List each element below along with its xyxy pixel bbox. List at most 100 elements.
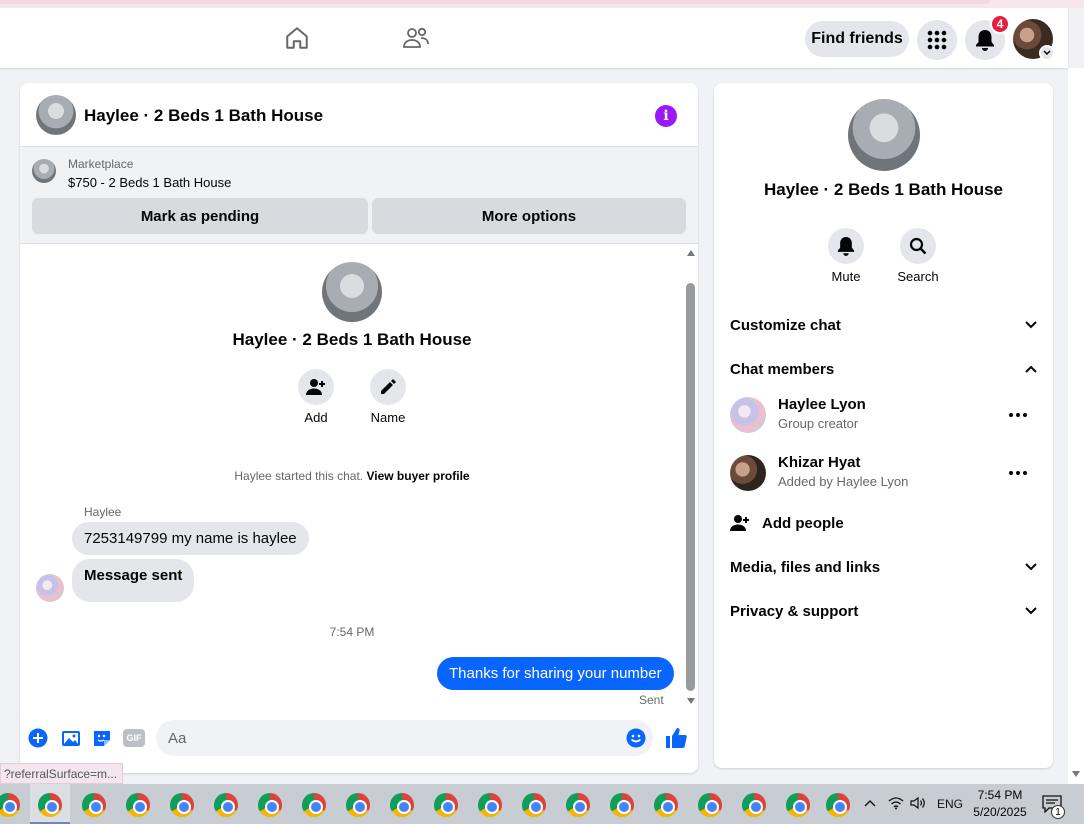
outgoing-message[interactable]: Thanks for sharing your number (437, 657, 674, 690)
member-name[interactable]: Khizar Hyat (778, 454, 861, 471)
wifi-icon[interactable] (888, 796, 904, 810)
find-friends-button[interactable]: Find friends (805, 21, 909, 57)
chrome-icon[interactable] (566, 793, 590, 817)
scroll-down-icon[interactable] (686, 697, 696, 705)
edit-name-button[interactable] (370, 369, 406, 405)
clock-time[interactable]: 7:54 PM (970, 788, 1030, 802)
bell-icon (837, 237, 855, 256)
home-icon[interactable] (283, 24, 311, 52)
chrome-icon[interactable] (826, 793, 850, 817)
customize-chat-row[interactable]: Customize chat (730, 313, 1037, 337)
mute-button[interactable] (828, 228, 864, 264)
chat-avatar[interactable] (36, 95, 76, 135)
clock-date[interactable]: 5/20/2025 (968, 805, 1032, 819)
chrome-icon[interactable] (610, 793, 634, 817)
speaker-icon[interactable] (910, 796, 926, 810)
marketplace-label: Marketplace (68, 157, 134, 171)
menu-grid-button[interactable] (917, 20, 957, 60)
chrome-icon[interactable] (786, 793, 810, 817)
search-button[interactable] (900, 228, 936, 264)
pencil-icon (381, 379, 396, 394)
listing-thumbnail[interactable] (32, 159, 56, 183)
chrome-icon[interactable] (126, 793, 150, 817)
gif-label: GIF (123, 729, 145, 747)
status-url-tooltip: ?referralSurface=m... (0, 763, 123, 784)
conversation-name: Haylee · 2 Beds 1 Bath House (232, 330, 472, 349)
mark-as-pending-button[interactable]: Mark as pending (32, 198, 368, 234)
search-label: Search (897, 269, 939, 284)
conversation-avatar (322, 262, 382, 322)
details-avatar[interactable] (848, 99, 920, 171)
chrome-icon[interactable] (522, 793, 546, 817)
add-person-icon (306, 379, 325, 395)
message-input[interactable] (156, 720, 653, 756)
chevron-down-icon[interactable] (1039, 45, 1055, 61)
chevron-down-icon (1025, 607, 1037, 615)
sent-status: Sent (639, 693, 664, 707)
chrome-icon[interactable] (390, 793, 414, 817)
chrome-icon[interactable] (302, 793, 326, 817)
customize-chat-label: Customize chat (730, 316, 841, 334)
chat-details-panel: Haylee · 2 Beds 1 Bath House Mute Search… (714, 83, 1053, 768)
chrome-icon[interactable] (742, 793, 766, 817)
scroll-down-icon[interactable] (1071, 770, 1081, 778)
chat-members-row[interactable]: Chat members (730, 357, 1037, 381)
listing-title[interactable]: $750 - 2 Beds 1 Bath House (68, 175, 231, 190)
more-options-icon[interactable] (1006, 403, 1030, 427)
member-name[interactable]: Haylee Lyon (778, 396, 866, 413)
photo-icon[interactable] (60, 727, 82, 749)
info-icon[interactable]: i (655, 105, 677, 127)
message-timestamp: 7:54 PM (329, 625, 375, 639)
member-avatar[interactable] (730, 397, 766, 433)
sticker-icon[interactable] (91, 727, 113, 749)
gif-icon[interactable]: GIF (122, 727, 146, 749)
mute-label: Mute (831, 269, 861, 284)
member-row[interactable]: Haylee Lyon Group creator (730, 395, 1037, 439)
page-scrollbar[interactable] (1068, 68, 1084, 784)
member-avatar[interactable] (730, 455, 766, 491)
more-options-icon[interactable] (1006, 461, 1030, 485)
chrome-icon[interactable] (698, 793, 722, 817)
name-label: Name (370, 410, 406, 425)
chrome-icon[interactable] (434, 793, 458, 817)
top-nav-bar: Find friends 4 (0, 8, 1068, 68)
chrome-icon[interactable] (82, 793, 106, 817)
add-people-row[interactable]: Add people (730, 511, 1037, 535)
thumbs-up-icon[interactable] (665, 727, 687, 749)
chevron-up-icon (1025, 365, 1037, 373)
chat-title[interactable]: Haylee · 2 Beds 1 Bath House (84, 106, 323, 126)
emoji-icon[interactable] (625, 727, 647, 749)
incoming-message[interactable]: 7253149799 my name is haylee (72, 522, 309, 555)
media-label: Media, files and links (730, 558, 881, 576)
sender-name: Haylee (84, 505, 122, 519)
member-role: Added by Haylee Lyon (778, 474, 909, 489)
view-buyer-profile-link[interactable]: View buyer profile (366, 469, 469, 483)
chat-scrollbar[interactable] (684, 247, 698, 707)
plus-circle-icon[interactable] (27, 727, 49, 749)
chrome-icon[interactable] (38, 793, 62, 817)
more-options-button[interactable]: More options (372, 198, 686, 234)
add-person-button[interactable] (298, 369, 334, 405)
incoming-message[interactable]: Message sent (72, 559, 195, 602)
chrome-icon[interactable] (0, 793, 20, 817)
chrome-icon[interactable] (654, 793, 678, 817)
friends-icon[interactable] (402, 24, 430, 52)
language-indicator[interactable]: ENG (937, 797, 963, 811)
grid-icon (927, 30, 947, 50)
chat-members-label: Chat members (730, 360, 835, 378)
scroll-up-icon[interactable] (686, 249, 696, 257)
member-row[interactable]: Khizar Hyat Added by Haylee Lyon (730, 453, 1037, 497)
chrome-icon[interactable] (478, 793, 502, 817)
media-files-links-row[interactable]: Media, files and links (730, 555, 1037, 579)
sender-avatar[interactable] (36, 574, 64, 602)
chevron-down-icon (1025, 321, 1037, 329)
bell-icon (976, 30, 994, 51)
chrome-icon[interactable] (258, 793, 282, 817)
scroll-thumb[interactable] (686, 283, 695, 691)
chevron-up-icon[interactable] (864, 799, 876, 807)
add-person-icon (730, 515, 749, 531)
chrome-icon[interactable] (170, 793, 194, 817)
chrome-icon[interactable] (214, 793, 238, 817)
chrome-icon[interactable] (346, 793, 370, 817)
privacy-support-row[interactable]: Privacy & support (730, 599, 1037, 623)
